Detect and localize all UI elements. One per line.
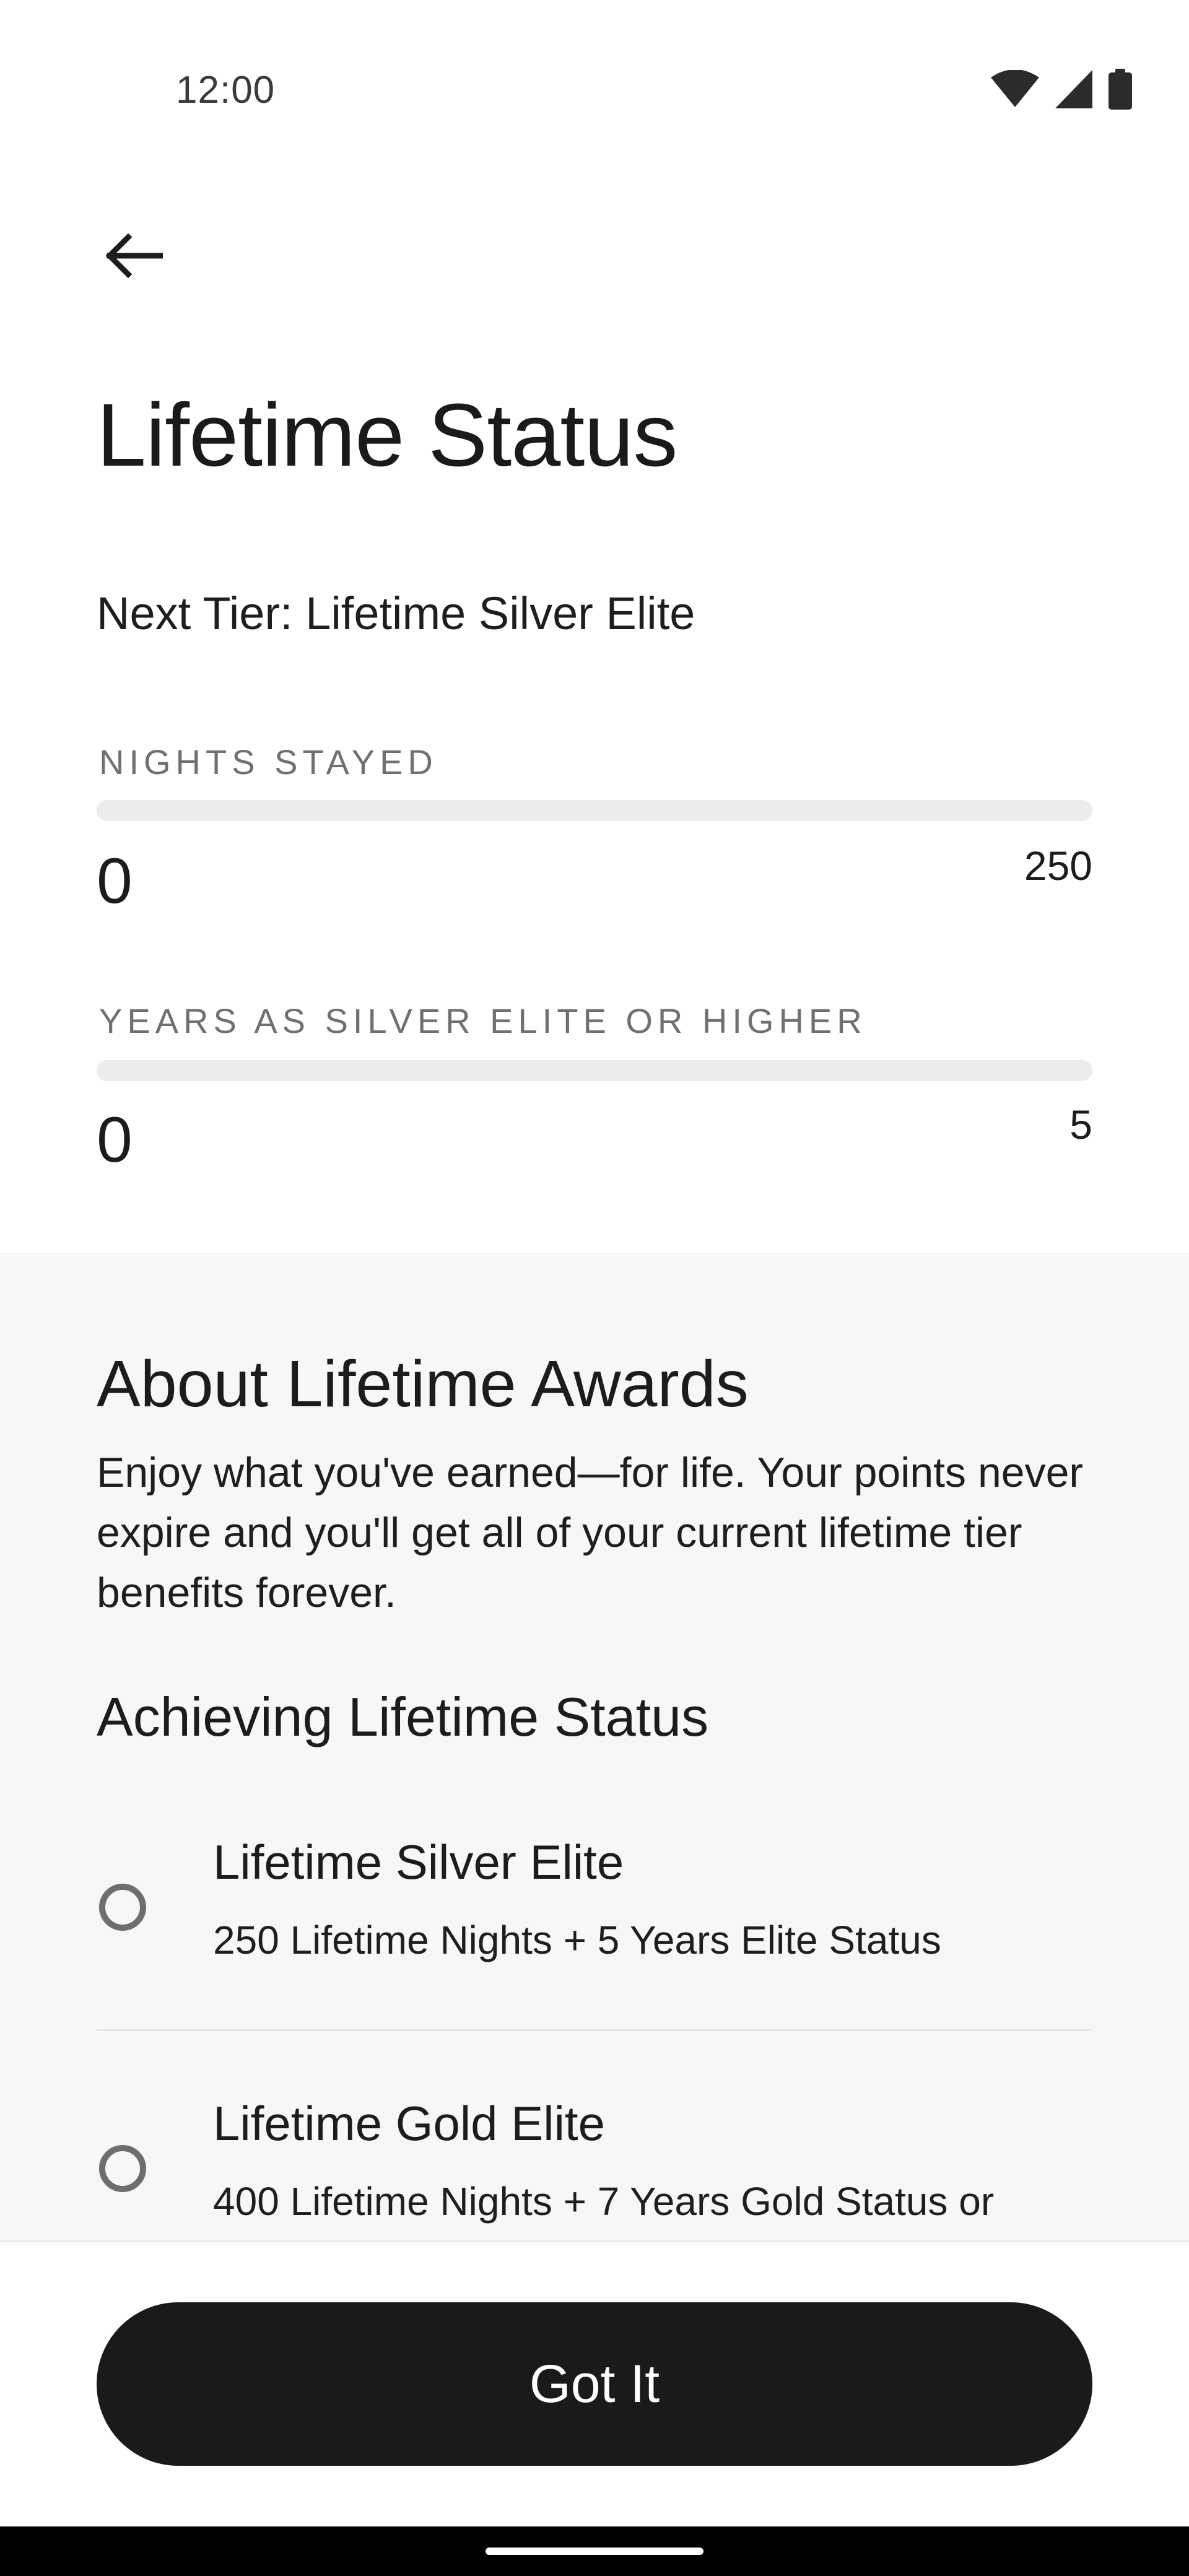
about-body: Enjoy what you've earned—for life. Your …	[97, 1449, 1084, 1616]
tier-name-gold: Lifetime Gold Elite	[213, 2096, 605, 2151]
tier-requirement-silver: 250 Lifetime Nights + 5 Years Elite Stat…	[213, 1918, 941, 1962]
nights-stayed-value: 0	[97, 845, 133, 917]
page-title: Lifetime Status	[97, 385, 677, 485]
cellular-signal-icon	[1055, 70, 1092, 108]
tier-name-silver: Lifetime Silver Elite	[213, 1835, 624, 1889]
got-it-button[interactable]: Got It	[97, 2302, 1092, 2466]
wifi-icon	[991, 70, 1039, 108]
home-indicator[interactable]	[486, 2548, 703, 2555]
back-button[interactable]	[93, 223, 173, 291]
about-title: About Lifetime Awards	[97, 1347, 749, 1421]
next-tier-text: Next Tier: Lifetime Silver Elite	[97, 588, 695, 639]
arrow-left-icon	[103, 233, 163, 281]
achieving-title: Achieving Lifetime Status	[97, 1686, 709, 1747]
tier-radio-gold[interactable]	[99, 2145, 146, 2192]
battery-icon	[1108, 69, 1132, 110]
nights-stayed-max: 250	[1024, 843, 1092, 889]
years-elite-label: YEARS AS SILVER ELITE OR HIGHER	[99, 1001, 867, 1040]
years-elite-value: 0	[97, 1104, 133, 1176]
tier-radio-silver[interactable]	[99, 1884, 146, 1931]
nights-stayed-label: NIGHTS STAYED	[99, 742, 438, 781]
nights-stayed-progress-bar	[97, 800, 1092, 821]
tier-requirement-gold: 400 Lifetime Nights + 7 Years Gold Statu…	[213, 2179, 995, 2224]
status-bar-icons	[991, 69, 1132, 110]
tier-divider	[97, 2029, 1092, 2031]
years-elite-progress-bar	[97, 1060, 1092, 1081]
years-elite-max: 5	[1069, 1102, 1092, 1147]
status-bar-time: 12:00	[176, 69, 276, 111]
